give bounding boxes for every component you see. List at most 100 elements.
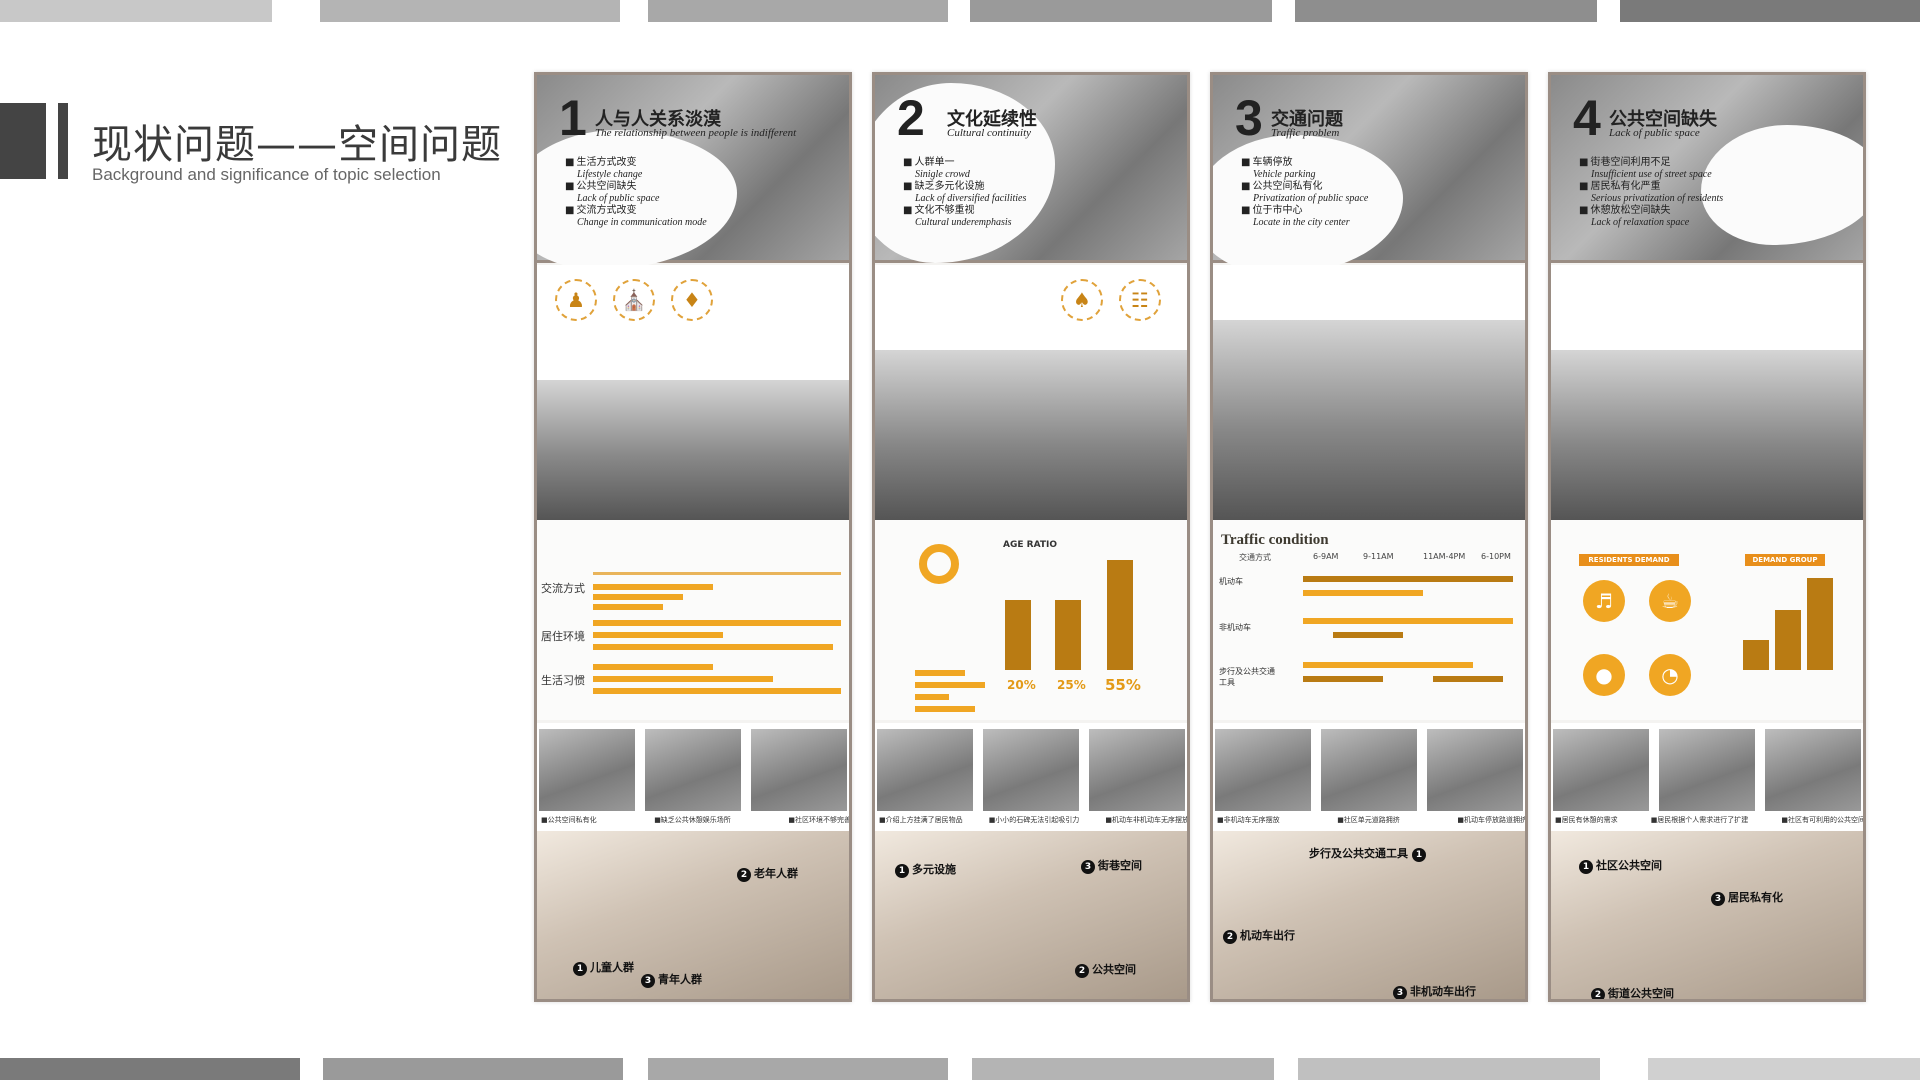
page-title: 现状问题——空间问题 (92, 122, 502, 168)
chart-title: AGE RATIO (1003, 540, 1057, 550)
photo-strip: ■居民有休憩的需求 ■居民根据个人需求进行了扩建 ■社区有可利用的公共空间 (1551, 723, 1863, 831)
thumb-photo (983, 729, 1079, 811)
panel-people-relationship: 1 人与人关系淡漠 The relationship between peopl… (534, 72, 852, 1002)
photo-caption: ■社区单元道路拥挤 (1337, 816, 1400, 824)
tag-label: 青年人群 (658, 973, 702, 986)
time-head: 6-10PM (1481, 552, 1511, 561)
cup-icon: ☕ (1649, 580, 1691, 622)
tag-label: 公共空间 (1092, 963, 1136, 976)
thumb-photo (1427, 729, 1523, 811)
people-icon: ♟ (555, 279, 597, 321)
demand-chart: RESIDENTS DEMAND DEMAND GROUP ♬ ☕ ● ◔ (1551, 520, 1863, 720)
chart-bar (1303, 590, 1423, 596)
group-tag-2: 2 街道公共空间 (1591, 985, 1674, 999)
collage: 1 多元设施 3 街巷空间 2 公共空间 (875, 831, 1187, 999)
number-dot: 2 (1223, 930, 1237, 944)
tag-label: 居民私有化 (1728, 891, 1783, 904)
chart-bar (1303, 676, 1383, 682)
chart-bar (1333, 632, 1403, 638)
bullet-en: Change in communication mode (577, 217, 707, 228)
alley-photo: ♠ ☷ (875, 265, 1187, 520)
tag-label: 老年人群 (754, 867, 798, 880)
thumb-photo (877, 729, 973, 811)
thumb-photo (1659, 729, 1755, 811)
chart-bar (593, 688, 841, 694)
panel-title-en: Traffic problem (1271, 127, 1340, 139)
thumb-photo (751, 729, 847, 811)
age-bar (1005, 600, 1031, 670)
age-bar (1055, 600, 1081, 670)
chat-icon: ♦ (671, 279, 713, 321)
top-bar (320, 0, 620, 22)
motorbike-photo (1213, 265, 1525, 520)
photo-caption: ■居民有休憩的需求 (1555, 816, 1618, 824)
panel-number: 2 (897, 90, 925, 146)
group-tag-2: 2 公共空间 (1075, 961, 1136, 978)
photo-scene (875, 350, 1187, 520)
chart-bar (1303, 662, 1473, 668)
bullet-cn: 交流方式改变 (565, 205, 707, 217)
photo-caption: ■公共空间私有化 (541, 816, 597, 824)
bottom-bar (648, 1058, 948, 1080)
time-head: 6-9AM (1313, 552, 1339, 561)
bottom-bar (0, 1058, 300, 1080)
photo-caption: ■小小的石碑无法引起吸引力 (988, 816, 1080, 824)
chart-bar (593, 604, 663, 610)
demand-bar (1743, 640, 1769, 670)
chart-bar (915, 694, 949, 700)
number-dot: 3 (1393, 986, 1407, 999)
panel-title-en: Lack of public space (1609, 127, 1700, 139)
chart-bar (1433, 676, 1503, 682)
bullet-en: Sinigle crowd (915, 169, 970, 180)
thumb-photo (1553, 729, 1649, 811)
lifestyle-chart: 交流方式 居住环境 生活习惯 (537, 520, 849, 720)
collage: 1 社区公共空间 3 居民私有化 2 街道公共空间 (1551, 831, 1863, 999)
mode-label: 非机动车 (1219, 623, 1251, 632)
photo-caption: ■机动车停放路道拥挤 (1457, 816, 1527, 824)
bullet-en: Lifestyle change (577, 169, 643, 180)
thumb-photo (1215, 729, 1311, 811)
time-head: 9-11AM (1363, 552, 1394, 561)
number-dot: 1 (573, 962, 587, 976)
demand-bar (1775, 610, 1801, 670)
icon-row: ♠ ☷ (1061, 279, 1161, 321)
bench-icon: ☷ (1119, 279, 1161, 321)
chart-bar (1303, 576, 1513, 582)
chart-bar (593, 644, 833, 650)
chart-bar (593, 664, 713, 670)
photo-scene (537, 380, 849, 520)
number-dot: 3 (1711, 892, 1725, 906)
chart-bar (593, 572, 841, 575)
thumb-photo (1765, 729, 1861, 811)
top-decor-bars (0, 0, 1920, 22)
top-bar (1620, 0, 1920, 22)
number-dot: 3 (1081, 860, 1095, 874)
photo-caption: ■介绍上方挂满了居民物品 (879, 816, 963, 824)
age-ratio-chart: AGE RATIO 20% 25% 55% (875, 520, 1187, 720)
panel-traffic-problem: 3 交通问题 Traffic problem 车辆停放 Vehicle park… (1210, 72, 1528, 1002)
chart-bar (593, 620, 841, 626)
group-tag-2: 2 老年人群 (737, 865, 798, 882)
thumb-photo (645, 729, 741, 811)
bullet-en: Privatization of public space (1253, 193, 1369, 204)
group-tag-1: 1 多元设施 (895, 861, 956, 878)
slide: 现状问题——空间问题 Background and significance o… (0, 0, 1920, 1080)
thumb-photo (1321, 729, 1417, 811)
chat-icon: ● (1583, 654, 1625, 696)
bullet-cn: 公共空间缺失 (565, 181, 707, 193)
photo-strip: ■公共空间私有化 ■缺乏公共休憩娱乐场所 ■社区环境不够完善 (537, 723, 849, 831)
photo-captions: ■介绍上方挂满了居民物品 ■小小的石碑无法引起吸引力 ■机动车非机动车无序摆放 (879, 815, 1187, 825)
header-blob (1701, 125, 1863, 245)
street-photo: ♟ ⛪ ♦ (537, 265, 849, 520)
collage: 1 儿童人群 2 老年人群 3 青年人群 (537, 831, 849, 999)
bullet-cn: 居民私有化严重 (1579, 181, 1723, 193)
bullet-en: Serious privatization of residents (1591, 193, 1724, 204)
chart-bar (593, 594, 683, 600)
photo-captions: ■居民有休憩的需求 ■居民根据个人需求进行了扩建 ■社区有可利用的公共空间 (1555, 815, 1863, 825)
panel-header: 4 公共空间缺失 Lack of public space 街巷空间利用不足 I… (1551, 75, 1863, 263)
building-icon: ⛪ (613, 279, 655, 321)
age-percent: 25% (1057, 678, 1086, 692)
time-head: 11AM-4PM (1423, 552, 1466, 561)
bottom-bar (323, 1058, 623, 1080)
age-bar (1107, 560, 1133, 670)
